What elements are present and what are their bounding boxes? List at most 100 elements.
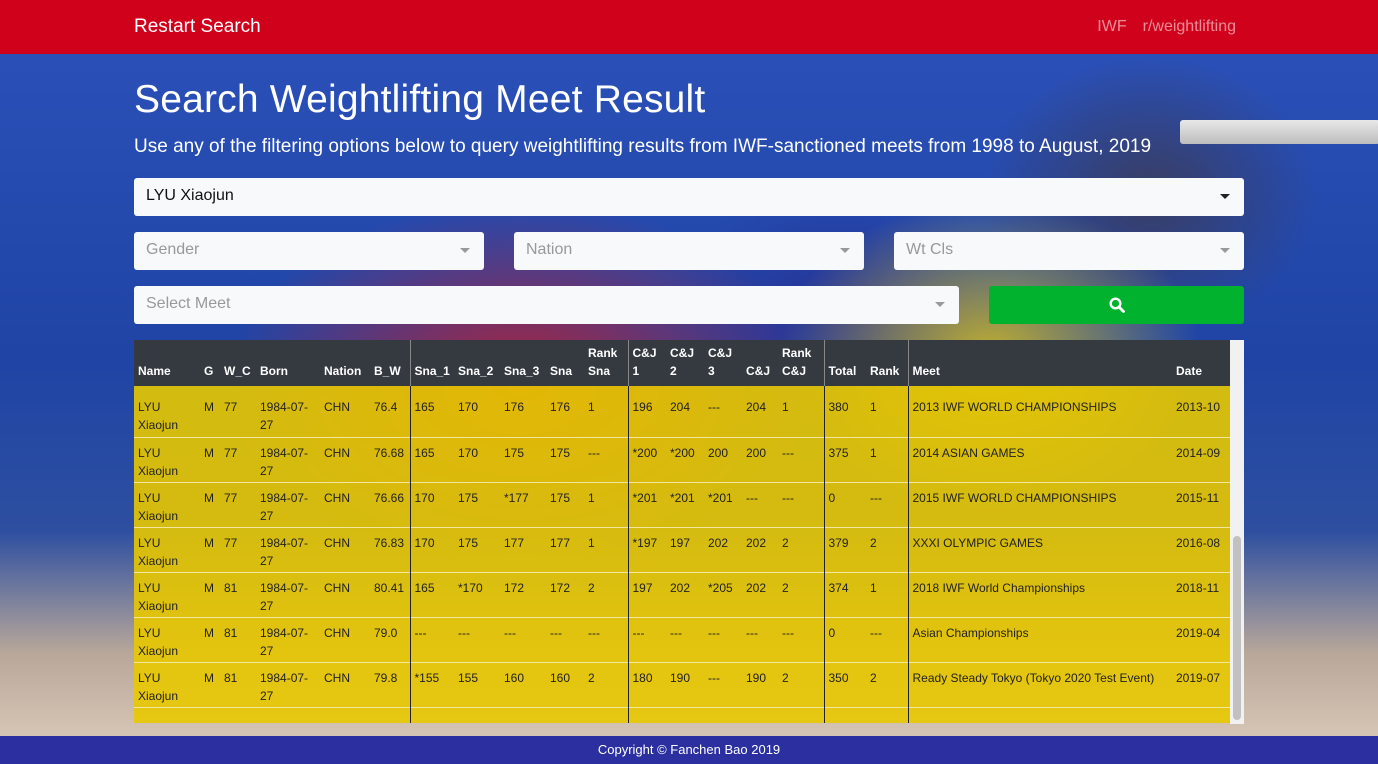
table-cell: 81 xyxy=(224,625,238,640)
table-cell: LYU Xiaojun xyxy=(138,535,179,568)
table-row: LYU Xiaojun M 77 1984-07-27 CHN 76.68 165 170 17… xyxy=(134,437,1230,482)
column-header-label: G xyxy=(204,364,214,378)
athlete-select-value: LYU Xiaojun xyxy=(146,187,234,204)
column-header-label: Sna_1 xyxy=(414,364,450,378)
table-cell: 2014-09 xyxy=(1176,445,1221,460)
table-cell: *201 xyxy=(627,482,666,527)
column-header[interactable]: Rank Sna xyxy=(584,340,628,386)
results-table-container[interactable]: Name G W_C Born Nation B_W Sna_1 Sna_2 Sna_3 Sna R… xyxy=(134,340,1244,724)
table-spacer-cell xyxy=(866,707,908,723)
column-header[interactable]: Rank xyxy=(866,340,908,386)
table-cell: 2 xyxy=(588,670,595,685)
table-spacer-cell xyxy=(778,707,824,723)
table-cell: 81 xyxy=(224,670,238,685)
table-cell: 1984-07-27 xyxy=(260,445,309,478)
column-header-label: Rank xyxy=(870,364,900,378)
table-cell: 175 xyxy=(504,445,525,460)
column-header[interactable]: Sna_2 xyxy=(454,340,500,386)
table-cell: M xyxy=(204,400,214,414)
table-cell: 1 xyxy=(870,580,877,595)
restart-search-link[interactable]: Restart Search xyxy=(134,16,261,38)
table-cell: 2019-04 xyxy=(1176,625,1221,640)
table-spacer-cell xyxy=(704,707,742,723)
table-scroll-thumb[interactable] xyxy=(1233,536,1241,720)
column-header[interactable]: W_C xyxy=(220,340,256,386)
column-header[interactable]: Date xyxy=(1172,340,1230,386)
table-cell: --- xyxy=(870,490,882,505)
table-cell: LYU Xiaojun xyxy=(138,670,179,703)
table-cell: --- xyxy=(588,625,600,640)
table-cell: 204 xyxy=(746,400,767,414)
table-cell: 197 xyxy=(670,535,691,550)
table-cell: XXXI OLYMPIC GAMES xyxy=(907,527,1172,572)
table-cell: CHN xyxy=(324,670,350,685)
table-cell: M xyxy=(204,535,214,550)
column-header[interactable]: C&J 3 xyxy=(704,340,742,386)
table-cell: M xyxy=(204,445,214,460)
column-header[interactable]: Name xyxy=(134,340,200,386)
table-spacer-cell xyxy=(823,707,866,723)
table-cell: 177 xyxy=(504,535,525,550)
table-cell: --- xyxy=(550,625,562,640)
table-cell: 165 xyxy=(409,437,454,482)
table-cell: 175 xyxy=(458,535,479,550)
navbar: Restart Search IWF r/weightlifting xyxy=(0,0,1378,54)
column-header[interactable]: Sna xyxy=(546,340,584,386)
table-cell: 379 xyxy=(823,527,866,572)
table-cell: 0 xyxy=(823,617,866,662)
table-cell: 165 xyxy=(409,572,454,617)
footer: Copyright © Fanchen Bao 2019 xyxy=(0,736,1378,764)
nav-link-iwf[interactable]: IWF xyxy=(1097,18,1126,36)
table-scrollbar[interactable] xyxy=(1230,340,1244,724)
table-cell: 177 xyxy=(550,535,571,550)
table-cell: CHN xyxy=(324,535,350,550)
nation-select[interactable]: Nation xyxy=(514,232,864,270)
column-header[interactable]: Sna_1 xyxy=(409,340,454,386)
table-cell: 2014 ASIAN GAMES xyxy=(907,437,1172,482)
table-cell: *201 xyxy=(708,490,733,505)
table-cell: 172 xyxy=(550,580,571,595)
table-cell: 1984-07-27 xyxy=(260,580,309,613)
table-cell: LYU Xiaojun xyxy=(138,490,179,523)
column-header[interactable]: Nation xyxy=(320,340,370,386)
column-header-label: Date xyxy=(1176,364,1203,378)
table-cell: LYU Xiaojun xyxy=(138,445,179,478)
chevron-down-icon xyxy=(840,248,850,253)
gender-select[interactable]: Gender xyxy=(134,232,484,270)
column-header[interactable]: C&J 1 xyxy=(627,340,666,386)
table-cell: --- xyxy=(588,445,600,460)
table-cell: 76.66 xyxy=(374,490,405,505)
column-header[interactable]: Meet xyxy=(907,340,1172,386)
column-header[interactable]: Rank C&J xyxy=(778,340,824,386)
column-header[interactable]: Total xyxy=(823,340,866,386)
table-row: LYU Xiaojun M 77 1984-07-27 CHN 76.83 170 175 17… xyxy=(134,527,1230,572)
table-spacer-cell xyxy=(320,707,370,723)
table-cell: 170 xyxy=(458,400,479,414)
meet-select[interactable]: Select Meet xyxy=(134,286,959,324)
column-header[interactable]: G xyxy=(200,340,220,386)
table-row: LYU Xiaojun M 77 1984-07-27 CHN 76.66 170 175 *1… xyxy=(134,482,1230,527)
table-cell: M xyxy=(204,625,214,640)
table-spacer-cell xyxy=(454,707,500,723)
athlete-select[interactable]: LYU Xiaojun xyxy=(134,178,1244,216)
search-button[interactable] xyxy=(989,286,1244,324)
column-header[interactable]: C&J 2 xyxy=(666,340,704,386)
table-cell: *205 xyxy=(708,580,733,595)
meet-select-placeholder: Select Meet xyxy=(146,295,231,312)
column-header-label: Rank xyxy=(588,346,618,360)
column-header-label: Total xyxy=(828,364,857,378)
weight-class-select[interactable]: Wt Cls xyxy=(894,232,1244,270)
column-header-label: Sna_3 xyxy=(504,364,540,378)
column-header[interactable]: B_W xyxy=(370,340,410,386)
footer-copyright: Copyright © Fanchen Bao 2019 xyxy=(597,742,781,757)
table-cell: 155 xyxy=(458,670,479,685)
table-cell: 202 xyxy=(746,535,767,550)
table-cell: Asian Championships xyxy=(907,617,1172,662)
nav-link-reddit[interactable]: r/weightlifting xyxy=(1143,18,1236,36)
column-header[interactable]: Born xyxy=(256,340,320,386)
table-cell: 2 xyxy=(782,670,789,685)
column-header[interactable]: Sna_3 xyxy=(500,340,546,386)
table-cell: M xyxy=(204,490,214,505)
table-spacer-cell xyxy=(627,707,666,723)
column-header[interactable]: C&J xyxy=(742,340,778,386)
